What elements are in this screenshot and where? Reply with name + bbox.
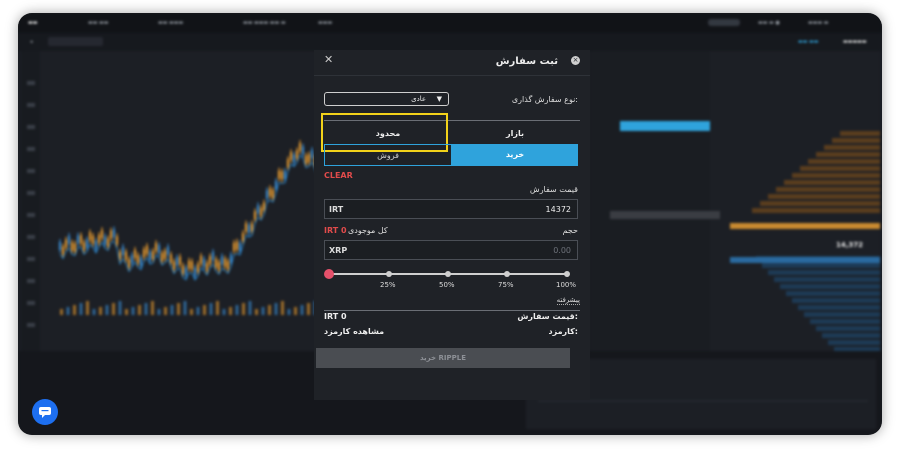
price-input[interactable]: IRT 14372 <box>324 199 578 219</box>
slider-tick-50[interactable] <box>445 271 451 277</box>
orderbook-panel: 14,372 <box>590 51 880 381</box>
divider <box>324 310 580 311</box>
slider-mark-25: 25% <box>380 281 396 289</box>
sub-header: ◂ ▬▬ ▬▬ ▬▬▬▬▬ <box>18 33 882 51</box>
app-window: ▬▬ ▬▬ ▬▬ ▬▬ ▬▬▬ ▬▬ ▬▬▬ ▬▬ ▬ ▬▬▬ ▬▬ ▬ ● ▬… <box>18 13 882 435</box>
slider-mark-75: 75% <box>498 281 514 289</box>
volume-placeholder: 0.00 <box>553 246 571 255</box>
price-unit: IRT <box>329 205 344 214</box>
price-chart-panel <box>22 51 322 351</box>
price-value: 14372 <box>545 205 571 214</box>
order-price-value: IRT 0 <box>324 312 347 321</box>
balance-label: کل موجودی <box>348 226 388 235</box>
balance-value: IRT 0 <box>324 226 347 235</box>
volume-label: حجم <box>562 226 578 235</box>
advanced-toggle[interactable]: پیشرفته <box>556 296 580 305</box>
order-price-label: قیمت سفارش: <box>517 312 578 321</box>
volume-input[interactable]: XRP 0.00 <box>324 240 578 260</box>
price-label: قیمت سفارش <box>529 185 578 194</box>
modal-title: ثبت سفارش <box>495 56 558 67</box>
top-navigation: ▬▬ ▬▬ ▬▬ ▬▬ ▬▬▬ ▬▬ ▬▬▬ ▬▬ ▬ ▬▬▬ ▬▬ ▬ ● ▬… <box>18 13 882 33</box>
sell-button[interactable]: فروش <box>324 144 452 166</box>
last-price: 14,372 <box>836 241 864 249</box>
close-icon[interactable]: ✕ <box>324 53 333 66</box>
slider-mark-50: 50% <box>439 281 455 289</box>
order-type-select[interactable]: عادی ▼ <box>324 92 449 106</box>
order-type-label: نوع سفارش گذاری: <box>511 95 578 104</box>
fee-link[interactable]: مشاهده کارمزد <box>324 327 384 336</box>
slider-tick-75[interactable] <box>504 271 510 277</box>
info-icon[interactable]: × <box>571 56 580 65</box>
volume-unit: XRP <box>329 246 348 255</box>
clear-button[interactable]: CLEAR <box>324 171 353 180</box>
slider-tick-100[interactable] <box>564 271 570 277</box>
slider-mark-100: 100% <box>556 281 577 289</box>
fee-label: کارمزد: <box>548 327 579 336</box>
chat-button[interactable] <box>32 399 58 425</box>
slider-thumb[interactable] <box>324 269 334 279</box>
chevron-down-icon: ▼ <box>436 95 442 103</box>
submit-buy-button[interactable]: خرید RIPPLE <box>316 348 570 368</box>
tab-market[interactable]: بازار <box>452 124 578 144</box>
slider-tick-25[interactable] <box>386 271 392 277</box>
chat-icon <box>39 407 51 418</box>
order-type-value: عادی <box>411 95 426 103</box>
buy-button[interactable]: خرید <box>452 144 578 166</box>
title-divider <box>314 75 590 76</box>
order-modal: ✕ ثبت سفارش × نوع سفارش گذاری: عادی ▼ با… <box>314 50 590 400</box>
